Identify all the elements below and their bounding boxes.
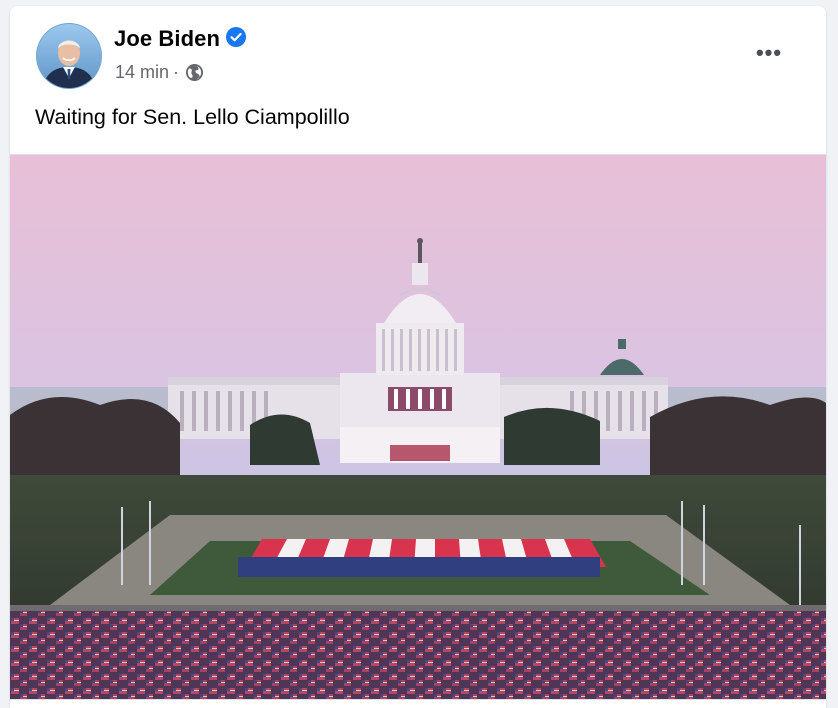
post-header: Joe Biden 14 min · ••• [10, 6, 826, 102]
post-message: Waiting for Sen. Lello Ciampolillo [35, 105, 350, 129]
more-options-button[interactable]: ••• [746, 34, 792, 72]
globe-icon[interactable] [185, 63, 204, 82]
avatar-image [37, 24, 101, 88]
post-timestamp[interactable]: 14 min [115, 62, 169, 83]
large-flag-display [238, 539, 606, 577]
author-row: Joe Biden [114, 26, 247, 52]
author-name[interactable]: Joe Biden [114, 26, 220, 52]
verified-badge-icon [226, 27, 247, 47]
author-avatar[interactable] [36, 23, 102, 89]
capitol-photo-illustration [10, 155, 826, 699]
meta-separator: · [173, 62, 180, 82]
post-card: Joe Biden 14 min · ••• Waiting for Sen. … [10, 6, 826, 708]
post-photo[interactable] [10, 154, 826, 700]
post-meta: 14 min · [115, 62, 204, 83]
more-options-icon: ••• [755, 40, 783, 65]
